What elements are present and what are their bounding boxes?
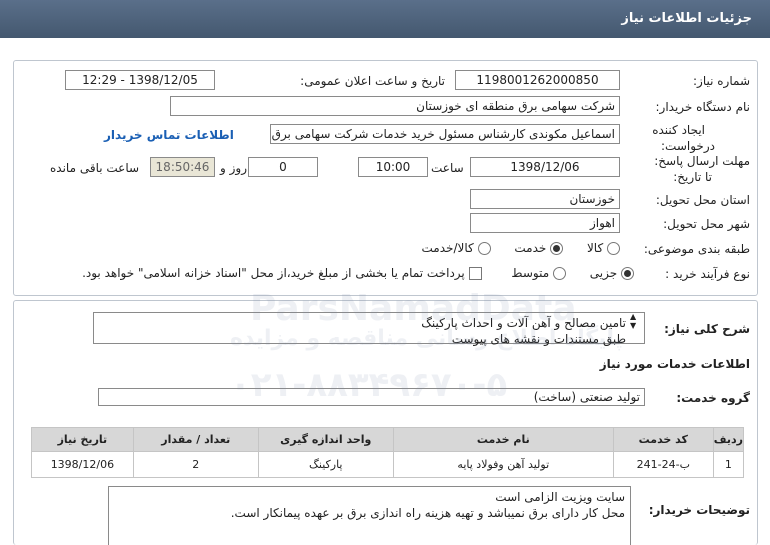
announce-label: تاریخ و ساعت اعلان عمومی: (300, 74, 445, 88)
treasury-payment-note: پرداخت تمام یا بخشی از مبلغ خرید،از محل … (82, 266, 465, 280)
cell-unit: پارکینگ (257, 451, 394, 478)
province-field: خوزستان (470, 189, 620, 209)
services-table-header: ردیف کد خدمت نام خدمت واحد اندازه گیری ت… (31, 427, 745, 452)
col-date: تاریخ نیاز (31, 427, 134, 452)
category-service-radio[interactable] (550, 242, 564, 255)
process-minor-radio[interactable] (621, 267, 634, 280)
buyer-label: نام دستگاه خریدار: (655, 100, 751, 114)
cell-quantity: 2 (132, 451, 259, 478)
cell-date: 1398/12/06 (31, 451, 134, 478)
deadline-label-2: تا تاریخ: (673, 170, 712, 184)
need-number-field: 1198001262000850 (455, 70, 620, 90)
col-name: نام خدمت (392, 427, 614, 452)
category-goods-label: کالا (586, 241, 604, 255)
treasury-payment-checkbox[interactable] (468, 267, 482, 280)
deadline-date-field: 1398/12/06 (470, 157, 620, 177)
col-code: کد خدمت (612, 427, 714, 452)
cell-code: ب-24-241 (612, 451, 714, 478)
remaining-time-field: 18:50:46 (150, 157, 215, 177)
table-row: 1 ب-24-241 تولید آهن وفولاد پایه پارکینگ… (31, 451, 745, 478)
process-minor-label: جزیی (589, 266, 618, 280)
services-table: ردیف کد خدمت نام خدمت واحد اندازه گیری ت… (31, 427, 745, 478)
col-unit: واحد اندازه گیری (257, 427, 394, 452)
category-goods-radio[interactable] (607, 242, 620, 255)
days-field: 0 (248, 157, 318, 177)
process-options: جزیی متوسط پرداخت تمام یا بخشی از مبلغ خ… (82, 266, 634, 280)
category-options: کالا خدمت کالا/خدمت (422, 241, 620, 255)
days-label: روز و (220, 161, 247, 175)
process-label: نوع فرآیند خرید : (665, 267, 750, 281)
creator-label-1: ایجاد کننده (652, 123, 705, 137)
province-label: استان محل تحویل: (655, 193, 750, 207)
need-number-label: شماره نیاز: (693, 74, 750, 88)
deadline-time-label: ساعت (431, 161, 464, 175)
remaining-label: ساعت باقی مانده (50, 161, 140, 175)
deadline-time-field: 10:00 (358, 157, 428, 177)
services-section-title: اطلاعات خدمات مورد نیاز (599, 357, 750, 371)
category-service-label: خدمت (514, 241, 547, 255)
category-goods-service-label: کالا/خدمت (421, 241, 474, 255)
summary-label: شرح کلی نیاز: (664, 322, 750, 336)
cell-name: تولید آهن وفولاد پایه (392, 451, 614, 478)
summary-textarea: تامین مصالح و آهن آلات و احداث پارکینگ ط… (93, 312, 645, 346)
buyer-notes-label: توضیحات خریدار: (648, 503, 750, 517)
buyer-notes-textarea: سایت ویزیت الزامی است محل کار دارای برق … (108, 486, 631, 545)
contact-buyer-link[interactable]: اطلاعات تماس خریدار (104, 128, 234, 142)
service-group-field: تولید صنعتی (ساخت) (98, 388, 645, 406)
scroll-arrows-icon[interactable]: ▲ ▼ (630, 312, 636, 330)
col-quantity: تعداد / مقدار (132, 427, 259, 452)
cell-row: 1 (712, 451, 745, 478)
creator-field: اسماعیل مکوندی کارشناس مسئول خرید خدمات … (270, 124, 620, 144)
page-title: جزئیات اطلاعات نیاز (621, 11, 752, 26)
creator-label-2: درخواست: (661, 139, 715, 153)
page-header: جزئیات اطلاعات نیاز (0, 0, 770, 38)
process-medium-label: متوسط (511, 266, 550, 280)
city-label: شهر محل تحویل: (663, 217, 750, 231)
service-group-label: گروه خدمت: (676, 391, 750, 405)
process-medium-radio[interactable] (552, 267, 566, 280)
announce-field: 1398/12/05 - 12:29 (65, 70, 215, 90)
buyer-field: شرکت سهامی برق منطقه ای خوزستان (170, 96, 620, 116)
col-row: ردیف (712, 427, 745, 452)
category-goods-service-radio[interactable] (477, 242, 491, 255)
category-label: طبقه بندی موضوعی: (643, 242, 750, 256)
city-field: اهواز (470, 213, 620, 233)
deadline-label-1: مهلت ارسال پاسخ: (654, 154, 750, 168)
